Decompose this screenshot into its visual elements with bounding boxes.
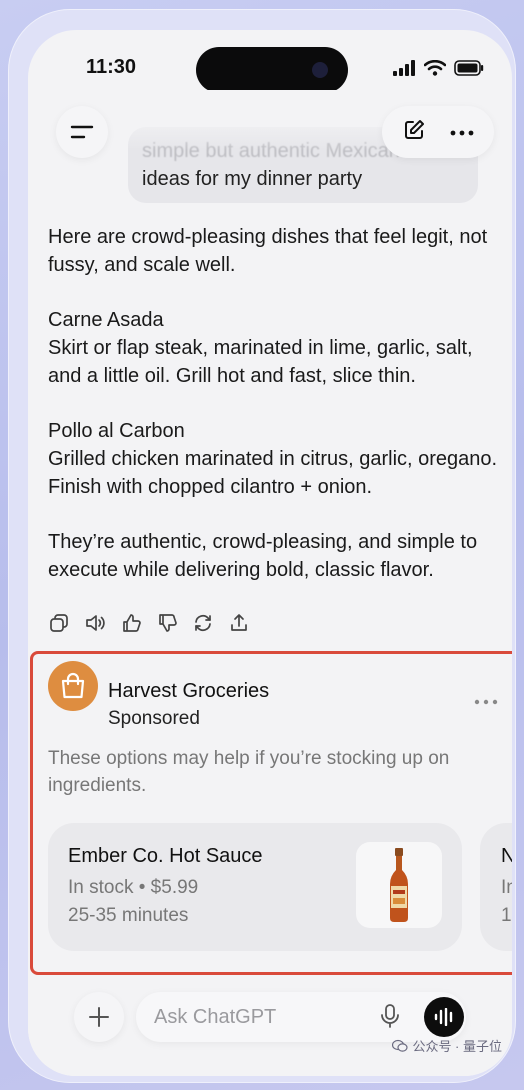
more-icon bbox=[450, 130, 474, 136]
hot-sauce-bottle-image bbox=[390, 848, 408, 922]
read-aloud-button[interactable] bbox=[84, 612, 106, 634]
app-screen: 11:30 simple but authentic Mexican dish … bbox=[28, 30, 512, 1076]
edit-icon bbox=[405, 119, 424, 139]
wifi-icon bbox=[424, 60, 446, 76]
thumbs-up-icon bbox=[123, 614, 141, 632]
voice-mode-button[interactable] bbox=[424, 997, 464, 1037]
advertiser-name[interactable]: Harvest Groceries bbox=[108, 680, 269, 703]
product-stock-price: In bbox=[501, 877, 512, 898]
copy-button[interactable] bbox=[48, 612, 70, 634]
microphone-icon bbox=[381, 1004, 399, 1028]
watermark: 公众号 · 量子位 bbox=[392, 1036, 502, 1055]
more-options-button[interactable] bbox=[450, 123, 474, 141]
copy-icon bbox=[50, 614, 68, 632]
status-time: 11:30 bbox=[86, 56, 137, 78]
new-chat-button[interactable] bbox=[402, 118, 426, 147]
dish-title: Pollo al Carbon bbox=[48, 420, 185, 442]
dish-pollo-al-carbon: Pollo al Carbon Grilled chicken marinate… bbox=[48, 417, 500, 501]
assistant-answer: Here are crowd-pleasing dishes that feel… bbox=[48, 223, 500, 611]
dictate-button[interactable] bbox=[380, 1003, 400, 1034]
share-button[interactable] bbox=[228, 612, 250, 634]
advertiser-logo bbox=[48, 661, 98, 711]
share-icon bbox=[231, 614, 247, 631]
dish-description: Grilled chicken marinated in citrus, gar… bbox=[48, 448, 498, 498]
wechat-icon bbox=[392, 1039, 409, 1052]
watermark-text: 公众号 · 量子位 bbox=[412, 1039, 502, 1054]
thumbs-up-button[interactable] bbox=[120, 612, 142, 634]
shopping-bag-icon bbox=[61, 672, 85, 699]
sponsored-label: Sponsored bbox=[108, 708, 200, 729]
battery-icon bbox=[454, 60, 484, 76]
product-delivery-time: 25-35 minutes bbox=[68, 905, 189, 926]
header-actions bbox=[382, 106, 494, 158]
thumbs-down-button[interactable] bbox=[156, 612, 178, 634]
answer-intro: Here are crowd-pleasing dishes that feel… bbox=[48, 226, 488, 276]
status-icons bbox=[392, 60, 484, 76]
ask-input-placeholder: Ask ChatGPT bbox=[154, 1006, 277, 1028]
waveform-icon bbox=[434, 1008, 453, 1026]
menu-icon bbox=[70, 125, 94, 139]
product-stock-price: In stock • $5.99 bbox=[68, 877, 199, 898]
dish-title: Carne Asada bbox=[48, 309, 164, 331]
message-actions bbox=[48, 612, 250, 634]
user-message-text: ideas for my dinner party bbox=[142, 168, 363, 190]
dish-carne-asada: Carne Asada Skirt or flap steak, marinat… bbox=[48, 306, 500, 390]
ad-options-button[interactable] bbox=[474, 692, 498, 710]
product-delivery-time: 12 bbox=[501, 905, 512, 926]
plus-icon bbox=[89, 1007, 109, 1027]
thumbs-down-icon bbox=[159, 614, 177, 632]
product-name: N bbox=[501, 845, 512, 867]
product-name: Ember Co. Hot Sauce bbox=[68, 845, 263, 867]
dynamic-island bbox=[196, 47, 348, 93]
attach-button[interactable] bbox=[74, 992, 124, 1042]
dish-description: Skirt or flap steak, marinated in lime, … bbox=[48, 337, 473, 387]
regenerate-button[interactable] bbox=[192, 612, 214, 634]
more-icon bbox=[474, 699, 498, 705]
phone-frame: 11:30 simple but authentic Mexican dish … bbox=[8, 9, 516, 1083]
answer-outro: They’re authentic, crowd-pleasing, and s… bbox=[48, 531, 478, 581]
ad-description: These options may help if you’re stockin… bbox=[48, 748, 450, 796]
speaker-icon bbox=[86, 615, 105, 631]
signal-icon bbox=[393, 60, 415, 76]
product-image bbox=[356, 842, 442, 928]
sidebar-menu-button[interactable] bbox=[56, 106, 108, 158]
refresh-icon bbox=[195, 615, 211, 631]
